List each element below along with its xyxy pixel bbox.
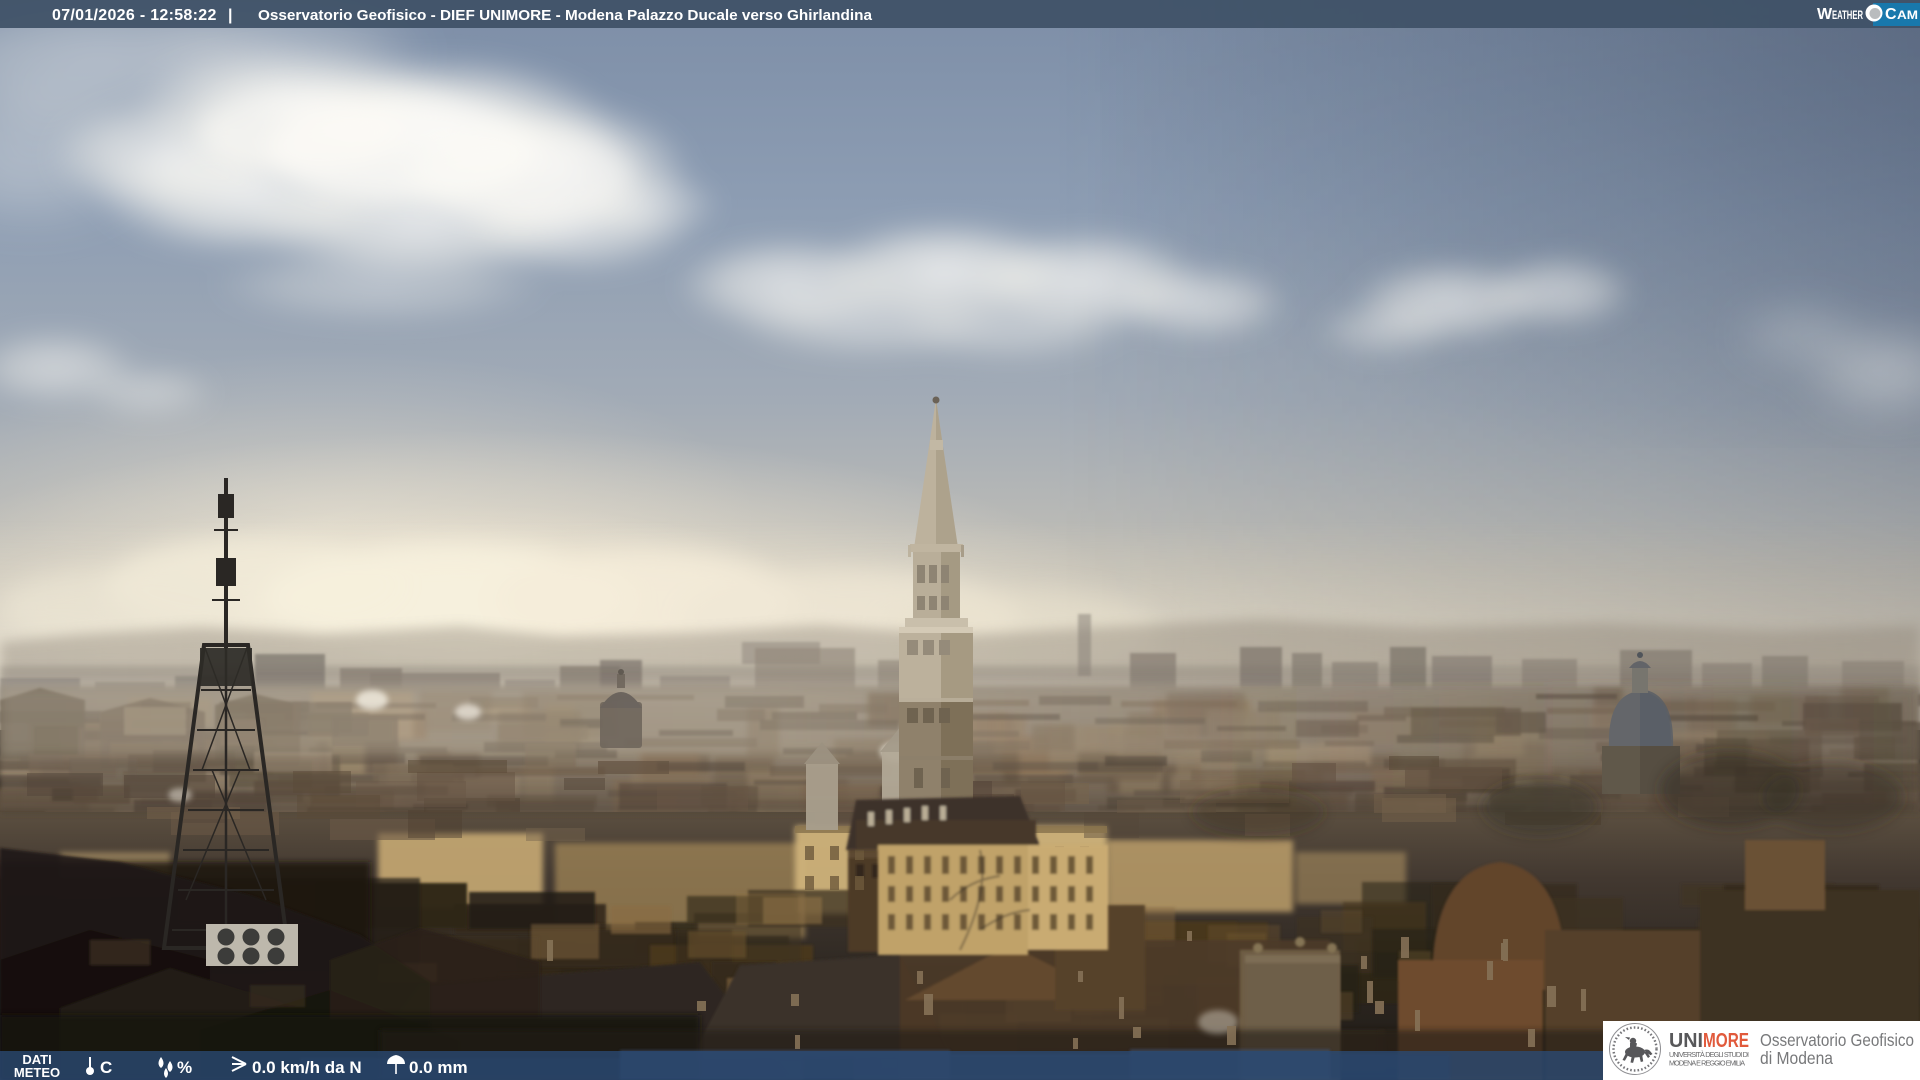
- svg-text:MORE: MORE: [1703, 1030, 1749, 1052]
- svg-text:di Modena: di Modena: [1760, 1048, 1833, 1068]
- svg-text:MODENA E REGGIO EMILIA: MODENA E REGGIO EMILIA: [1669, 1059, 1745, 1068]
- svg-text:Osservatorio Geofisico: Osservatorio Geofisico: [1760, 1030, 1914, 1050]
- svg-text:07/01/2026 - 12:58:22: 07/01/2026 - 12:58:22: [52, 7, 217, 24]
- svg-text:EATHER: EATHER: [1832, 8, 1863, 22]
- svg-text:METEO: METEO: [14, 1065, 60, 1080]
- svg-text:AM: AM: [1897, 8, 1918, 22]
- svg-text:0.0 km/h da N: 0.0 km/h da N: [252, 1058, 362, 1077]
- svg-text:%: %: [177, 1058, 192, 1077]
- svg-text:|: |: [228, 7, 232, 24]
- svg-text:0.0 mm: 0.0 mm: [409, 1058, 468, 1077]
- svg-text:W: W: [1817, 6, 1833, 23]
- svg-text:C: C: [100, 1058, 112, 1077]
- svg-text:C: C: [1885, 6, 1897, 23]
- svg-text:Osservatorio Geofisico - DIEF: Osservatorio Geofisico - DIEF UNIMORE - …: [258, 7, 873, 24]
- svg-text:UNI: UNI: [1669, 1030, 1703, 1052]
